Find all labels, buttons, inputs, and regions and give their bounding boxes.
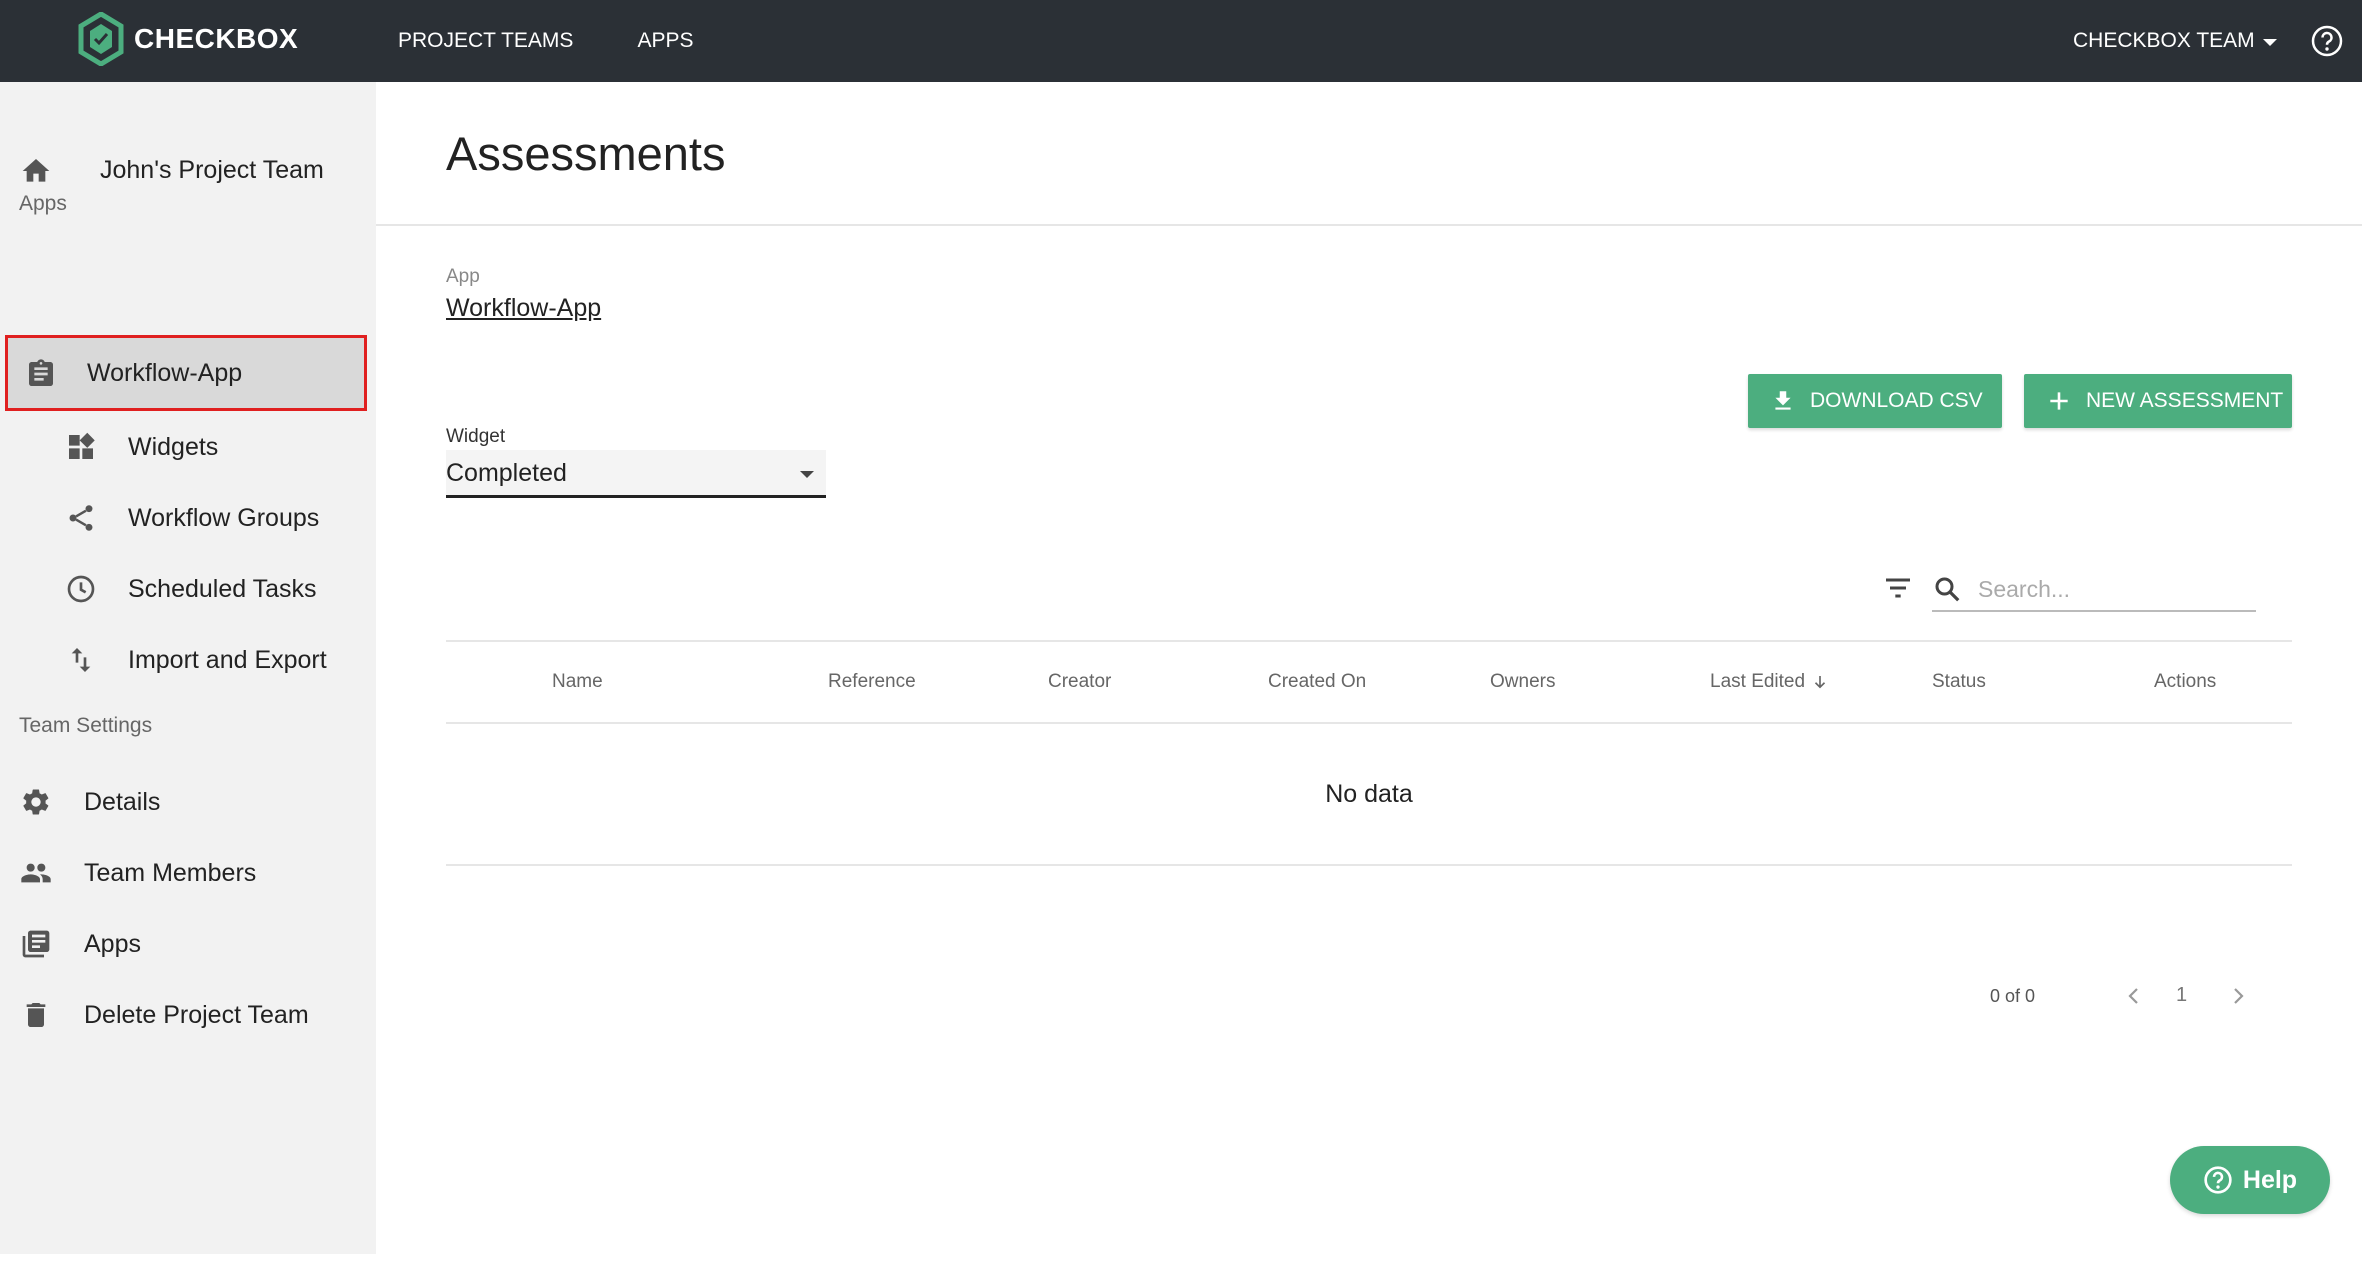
sidebar-item-label: Workflow-App [87, 358, 243, 387]
library-icon [22, 930, 50, 958]
sidebar-item-workflow-app[interactable]: Workflow-App [5, 335, 367, 411]
caret-down-icon [2262, 38, 2277, 46]
column-header-created-on[interactable]: Created On [1268, 671, 1366, 693]
widgets-icon [69, 432, 95, 459]
gear-icon [23, 789, 49, 815]
column-header-label: Owners [1490, 671, 1556, 692]
download-csv-label: DOWNLOAD CSV [1810, 389, 1983, 412]
app-caption: App [446, 266, 480, 287]
help-button[interactable]: Help [2170, 1146, 2330, 1214]
table-body: No data [446, 724, 2292, 866]
widget-select-value: Completed [446, 459, 567, 487]
column-header-name[interactable]: Name [552, 671, 603, 693]
filter-icon[interactable] [1882, 572, 1914, 604]
column-header-actions: Actions [2154, 671, 2216, 693]
sidebar-item-delete-project-team[interactable]: Delete Project Team [0, 985, 376, 1045]
column-header-label: Name [552, 671, 603, 692]
brand-logo[interactable]: CHECKBOX [78, 12, 298, 66]
sidebar-section-team-settings: Team Settings [19, 714, 153, 737]
table-header-row: Name Reference Creator Created On Owners… [446, 640, 2292, 724]
sidebar-item-label: Widgets [128, 432, 219, 461]
column-header-creator[interactable]: Creator [1048, 671, 1111, 693]
plus-icon [2050, 392, 2068, 410]
chevron-left-icon[interactable] [2122, 984, 2146, 1008]
sidebar: John's Project Team Apps Workflow-App Wi… [0, 82, 376, 1254]
share-icon [69, 505, 93, 531]
search-icon [1935, 577, 1960, 602]
trash-icon [26, 1003, 46, 1027]
sidebar-item-label: Workflow Groups [128, 503, 320, 532]
sidebar-item-scheduled-tasks[interactable]: Scheduled Tasks [0, 559, 376, 619]
column-header-label: Status [1932, 671, 1986, 692]
sidebar-item-label: Team Members [84, 858, 257, 887]
column-header-label: Last Edited [1710, 671, 1806, 692]
checkbox-logo-icon [78, 12, 124, 66]
new-assessment-label: NEW ASSESSMENT [2086, 389, 2284, 412]
help-button-label: Help [2242, 1165, 2298, 1194]
widget-select[interactable]: Completed [446, 450, 826, 498]
sidebar-item-label: Apps [84, 929, 141, 958]
download-csv-button[interactable]: DOWNLOAD CSV [1748, 374, 2002, 428]
column-header-owners[interactable]: Owners [1490, 671, 1555, 693]
help-circle-icon[interactable] [2310, 24, 2344, 58]
new-assessment-button[interactable]: NEW ASSESSMENT [2024, 374, 2292, 428]
sidebar-item-label: Delete Project Team [84, 1000, 309, 1029]
column-header-label: Creator [1048, 671, 1112, 692]
sidebar-item-label: Scheduled Tasks [128, 574, 317, 603]
sidebar-home-project-team[interactable]: John's Project Team [0, 142, 376, 198]
column-header-status[interactable]: Status [1932, 671, 1986, 693]
arrow-down-icon [1814, 676, 1826, 689]
pagination: 0 of 0 1 [376, 976, 2362, 1016]
sidebar-item-import-export[interactable]: Import and Export [0, 630, 376, 690]
clipboard-icon [29, 359, 53, 386]
chevron-right-icon[interactable] [2226, 984, 2250, 1008]
sidebar-item-apps[interactable]: Apps [0, 914, 376, 974]
brand-name: CHECKBOX [134, 23, 299, 54]
sidebar-item-team-members[interactable]: Team Members [0, 843, 376, 903]
clock-icon [67, 575, 95, 603]
nav-project-teams[interactable]: PROJECT TEAMS [398, 29, 573, 53]
column-header-last-edited[interactable]: Last Edited [1710, 671, 1829, 693]
main-content: Assessments App Workflow-App Widget Comp… [376, 82, 2362, 1254]
app-link[interactable]: Workflow-App [446, 294, 601, 323]
sidebar-item-widgets[interactable]: Widgets [0, 417, 376, 477]
sidebar-item-label: Details [84, 787, 161, 816]
search-input[interactable] [1978, 570, 2248, 608]
caret-down-icon [800, 471, 814, 478]
sidebar-item-details[interactable]: Details [0, 772, 376, 832]
people-icon [21, 863, 51, 883]
team-switcher-label: CHECKBOX TEAM [2073, 29, 2255, 52]
help-circle-icon [2204, 1166, 2232, 1194]
column-header-reference[interactable]: Reference [828, 671, 916, 693]
top-navigation-bar: CHECKBOX PROJECT TEAMS APPS CHECKBOX TEA… [0, 0, 2362, 82]
pagination-count: 0 of 0 [1990, 986, 2036, 1006]
download-icon [1775, 391, 1791, 410]
top-nav: PROJECT TEAMS APPS [398, 0, 757, 82]
search-box [1932, 568, 2256, 612]
column-header-label: Reference [828, 671, 916, 692]
widget-caption: Widget [446, 426, 506, 447]
nav-apps[interactable]: APPS [637, 29, 693, 53]
sidebar-home-label: John's Project Team [100, 155, 324, 184]
page-title: Assessments [446, 127, 726, 180]
column-header-label: Created On [1268, 671, 1367, 692]
assessments-table: Name Reference Creator Created On Owners… [446, 640, 2292, 866]
home-icon [22, 159, 50, 182]
sidebar-item-label: Import and Export [128, 645, 327, 674]
pagination-page[interactable]: 1 [2176, 984, 2187, 1007]
page-header: Assessments [376, 82, 2362, 226]
empty-state-text: No data [1325, 780, 1413, 808]
import-export-icon [71, 648, 91, 672]
column-header-label: Actions [2154, 671, 2217, 692]
sidebar-item-workflow-groups[interactable]: Workflow Groups [0, 488, 376, 548]
sidebar-section-apps: Apps [19, 192, 67, 215]
team-switcher[interactable]: CHECKBOX TEAM [2073, 0, 2277, 82]
